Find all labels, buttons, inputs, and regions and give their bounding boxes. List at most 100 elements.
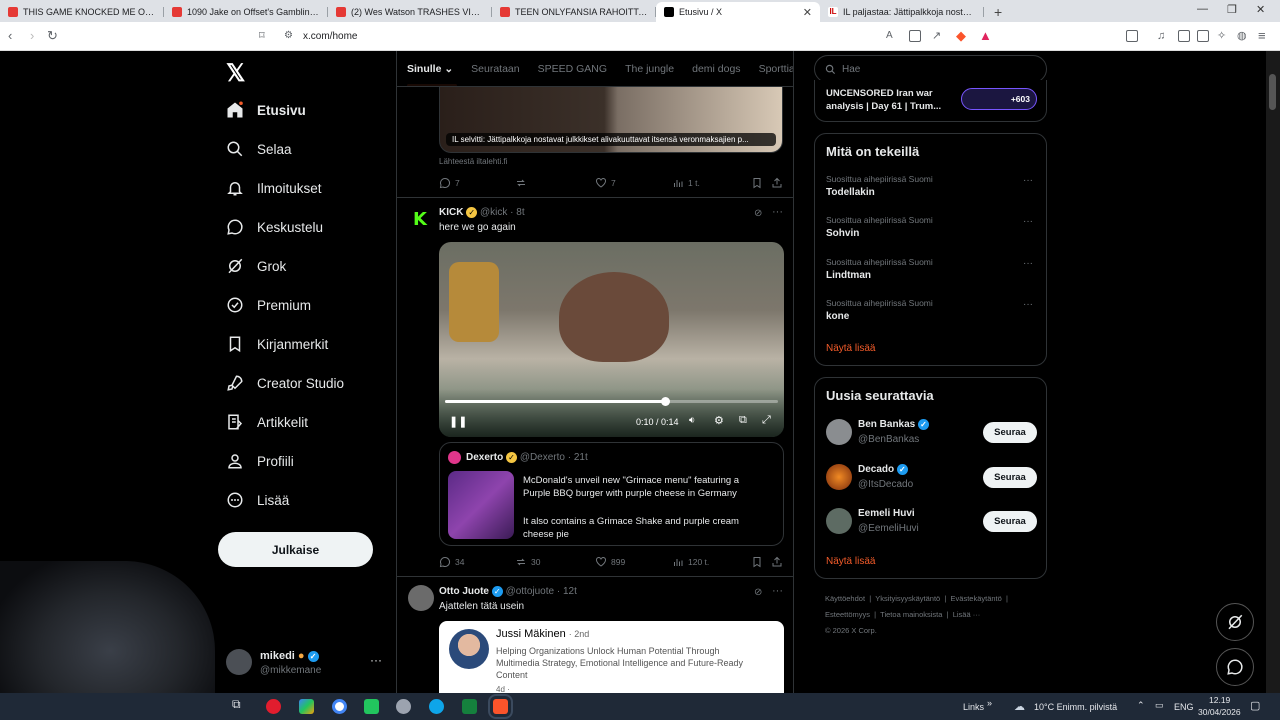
avatar[interactable]	[826, 419, 852, 445]
extensions-icon[interactable]	[1197, 30, 1209, 42]
media-icon[interactable]: ♫	[1157, 28, 1165, 44]
url-field[interactable]: x.com/home	[303, 31, 357, 42]
pip-icon[interactable]: ⧉	[739, 414, 747, 427]
vpn-icon[interactable]: ◍	[1237, 28, 1247, 44]
reader-icon[interactable]	[1178, 30, 1190, 42]
app-icon[interactable]	[364, 699, 379, 714]
x-logo-icon[interactable]: 𝕏	[226, 59, 245, 88]
footer-link[interactable]: Lisää ···	[953, 610, 981, 619]
like-button[interactable]: 7	[595, 177, 616, 189]
site-info-icon[interactable]: ⚙	[284, 28, 293, 44]
follow-button[interactable]: Seuraa	[983, 422, 1037, 443]
share-button[interactable]	[771, 177, 783, 189]
author-name[interactable]: Otto Juote	[439, 586, 489, 597]
share-button[interactable]	[771, 556, 783, 568]
browser-tab[interactable]: 1090 Jake on Offset's Gambling Tactic	[164, 2, 328, 22]
bookmark-button[interactable]	[751, 556, 763, 568]
post-time[interactable]: · 8t	[510, 207, 524, 218]
follow-name[interactable]: Ben Bankas ✓	[858, 419, 930, 430]
chevron-up-icon[interactable]: ⌃	[1137, 700, 1145, 711]
edge-icon[interactable]	[429, 699, 444, 714]
link-card-image[interactable]: IL selvitti: Jättipalkkoja nostavat julk…	[439, 87, 783, 153]
link-source[interactable]: Lähteestä iltalehti.fi	[439, 157, 508, 166]
trend-name[interactable]: Sohvin	[826, 228, 859, 239]
trend-name[interactable]: Todellakin	[826, 187, 875, 198]
nav-item-grok[interactable]: Grok	[226, 255, 286, 277]
author-handle[interactable]: @kick	[480, 207, 507, 218]
quoted-post[interactable]: Dexerto ✓ @Dexerto · 21t McDonald's unve…	[439, 442, 784, 546]
trend-name[interactable]: Lindtman	[826, 270, 871, 281]
trend-more-icon[interactable]: ···	[1023, 216, 1033, 227]
language-indicator[interactable]: ENG	[1174, 702, 1194, 712]
repost-button[interactable]: 30	[515, 556, 540, 568]
footer-link[interactable]: Esteettömyys	[825, 610, 870, 619]
trend-more-icon[interactable]: ···	[1023, 175, 1033, 186]
nav-item-premium[interactable]: Premium	[226, 294, 311, 316]
post-button[interactable]: Julkaise	[218, 532, 373, 567]
follow-button[interactable]: Seuraa	[983, 467, 1037, 488]
tab-demi-dogs[interactable]: demi dogs	[692, 63, 740, 75]
video-progress-track[interactable]	[445, 397, 778, 406]
page-scrollbar[interactable]	[1266, 51, 1280, 693]
tab-following[interactable]: Seurataan	[471, 63, 519, 75]
avatar[interactable]	[826, 464, 852, 490]
account-more-icon[interactable]: ···	[370, 653, 382, 667]
avatar[interactable]	[826, 508, 852, 534]
reply-button[interactable]: 7	[439, 177, 460, 189]
new-tab-button[interactable]: +	[984, 2, 1012, 22]
trend-name[interactable]: kone	[826, 311, 849, 322]
notification-icon[interactable]: ▢	[1250, 699, 1260, 712]
video-player[interactable]: ❚❚ 0:10 / 0:14 🔉︎ ⚙ ⧉ ⤢	[439, 242, 784, 437]
avatar[interactable]	[408, 585, 434, 611]
browser-tab[interactable]: TEEN ONLYFANSIA RAHOITTAA	[492, 2, 656, 22]
grok-float-button[interactable]	[1216, 603, 1254, 641]
follow-button[interactable]: Seuraa	[983, 511, 1037, 532]
opera-icon[interactable]	[266, 699, 281, 714]
author-handle[interactable]: @ottojuote	[506, 586, 555, 597]
photos-icon[interactable]	[299, 699, 314, 714]
clock-time[interactable]: 12.19	[1209, 695, 1230, 705]
brave-icon[interactable]	[488, 694, 513, 719]
browser-tab-active[interactable]: Etusivu / X ✕	[656, 2, 820, 22]
scrollbar-thumb[interactable]	[1269, 74, 1276, 110]
chrome-icon[interactable]	[332, 699, 347, 714]
account-switcher[interactable]: mikedi ● ✓ @mikkemane ···	[226, 649, 386, 679]
reply-button[interactable]: 34	[439, 556, 464, 568]
search-field[interactable]: Hae	[814, 55, 1047, 83]
footer-link[interactable]: Tietoa mainoksista	[880, 610, 942, 619]
translate-icon[interactable]: A	[886, 28, 893, 44]
repost-button[interactable]	[515, 177, 527, 189]
views-button[interactable]: 1 t.	[672, 177, 700, 189]
footer-link[interactable]: Käyttöehdot	[825, 594, 865, 603]
grok-analyze-icon[interactable]: ⊘	[754, 208, 762, 219]
video-scrubber[interactable]	[660, 397, 670, 406]
window-close-icon[interactable]: ✕	[1256, 3, 1265, 16]
linkedin-screenshot[interactable]: Jussi Mäkinen · 2nd Helping Organization…	[439, 621, 784, 693]
like-button[interactable]: 899	[595, 556, 625, 568]
grok-analyze-icon[interactable]: ⊘	[754, 587, 762, 598]
views-button[interactable]: 120 t.	[672, 556, 709, 568]
menu-icon[interactable]: ≡	[1258, 28, 1266, 44]
kick-logo-avatar[interactable]: K	[409, 209, 431, 231]
settings-icon[interactable]: ⚙	[714, 414, 724, 427]
nav-item-creator-studio[interactable]: Creator Studio	[226, 372, 344, 394]
trend-more-icon[interactable]: ···	[1023, 299, 1033, 310]
listeners-badge[interactable]: +603	[961, 88, 1037, 110]
ai-icon[interactable]: ✧	[1217, 28, 1226, 44]
browser-tab[interactable]: THIS GAME KNOCKED ME OUT OF M	[0, 2, 164, 22]
footer-link[interactable]: Yksityisyyskäytäntö	[875, 594, 940, 603]
follow-name[interactable]: Decado ✓	[858, 464, 908, 475]
bookmark-button[interactable]	[751, 177, 763, 189]
shield-icon[interactable]	[396, 699, 411, 714]
reload-icon[interactable]: ↻	[47, 28, 58, 44]
bookmark-page-icon[interactable]: ⌑	[259, 28, 265, 44]
volume-icon[interactable]: 🔉︎	[689, 415, 695, 426]
chevron-right-icon[interactable]: »	[987, 698, 992, 708]
footer-link[interactable]: Evästekäytäntö	[951, 594, 1002, 603]
close-icon[interactable]: ✕	[803, 6, 812, 19]
cast-icon[interactable]	[909, 30, 921, 42]
show-more-link[interactable]: Näytä lisää	[826, 556, 875, 567]
follow-name[interactable]: Eemeli Huvi	[858, 508, 915, 519]
sidebar-icon[interactable]	[1126, 30, 1138, 42]
show-more-link[interactable]: Näytä lisää	[826, 343, 875, 354]
